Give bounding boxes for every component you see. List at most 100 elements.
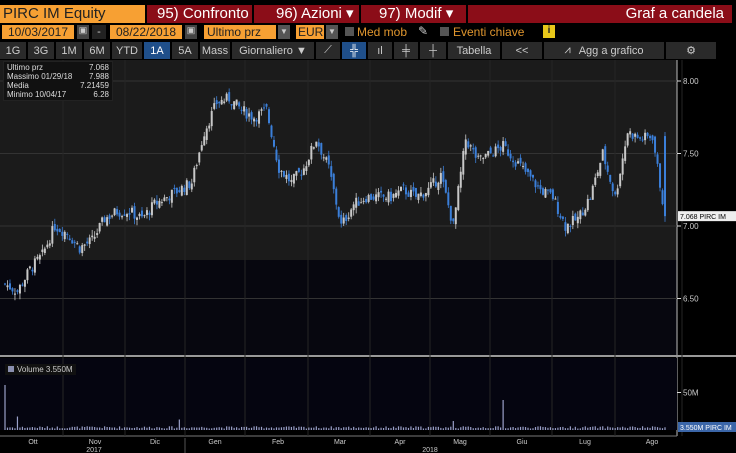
volume-bar [430, 427, 432, 430]
period-6m[interactable]: 6M [84, 42, 110, 59]
chevron-down-icon[interactable]: ▼ [326, 25, 338, 39]
candle-body [514, 162, 517, 167]
calendar-icon[interactable]: ▣ [185, 25, 197, 39]
end-date-input[interactable]: 08/22/2018 [110, 25, 182, 39]
hlc-icon[interactable]: ┼ [420, 42, 446, 59]
start-date-input[interactable]: 10/03/2017 [2, 25, 74, 39]
price-chart[interactable]: 8.00 7.50 7.00 6.50 Ott Nov Dic Gen Feb Mar Apr Mag… [0, 60, 736, 453]
candle-body [330, 166, 333, 177]
volume-bar [524, 427, 527, 430]
volume-bar [514, 428, 517, 430]
volume-bar [250, 427, 253, 430]
pencil-icon[interactable]: ✎ [418, 24, 428, 38]
volume-bar [490, 428, 492, 430]
settings-gear-icon[interactable]: ⚙ [666, 42, 716, 59]
table-button[interactable]: Tabella [448, 42, 500, 59]
candle-body [220, 99, 223, 105]
period-1a[interactable]: 1A [144, 42, 170, 59]
volume-bar [602, 426, 604, 430]
candle-body [13, 293, 16, 295]
candle-body [63, 231, 66, 240]
period-ytd[interactable]: YTD [112, 42, 142, 59]
period-1m[interactable]: 1M [56, 42, 82, 59]
period-3g[interactable]: 3G [28, 42, 54, 59]
candle-body [664, 136, 666, 217]
candle-body [467, 141, 470, 148]
add-to-chart-button[interactable]: ⩘ Agg a grafico [544, 42, 664, 59]
info-icon[interactable]: i [543, 25, 555, 38]
candle-body [66, 233, 69, 235]
month-label: Nov [89, 439, 102, 446]
volume-bar [216, 427, 218, 430]
volume-bar [128, 427, 131, 430]
volume-bar [400, 426, 402, 430]
volume-bar [495, 426, 497, 430]
volume-bar [310, 427, 312, 430]
candle-body [315, 141, 318, 147]
candle-body [499, 147, 502, 151]
candle-body [71, 240, 74, 244]
y-tick-label: 7.50 [683, 150, 699, 159]
period-mass[interactable]: Mass [200, 42, 230, 59]
candle-body [380, 190, 383, 193]
candle-body [614, 191, 617, 195]
bar-chart-icon[interactable]: ıl [368, 42, 392, 59]
volume-bar [382, 427, 385, 430]
candle-body [656, 154, 659, 164]
candle-body [150, 202, 153, 216]
volume-bar [497, 426, 499, 430]
candle-body [524, 163, 527, 172]
volume-bar [253, 426, 255, 430]
candle-body [101, 217, 104, 222]
candle-body [556, 201, 559, 214]
legend-row-high: Massimo 01/29/18 7.988 [7, 72, 109, 81]
period-1g[interactable]: 1G [0, 42, 26, 59]
last-price-label: 7.068 PIRC IM [680, 214, 726, 221]
legend-label: Media [7, 81, 29, 90]
candle-body [370, 194, 373, 200]
candle-body [449, 205, 452, 221]
currency-select[interactable]: EUR [296, 25, 324, 39]
candle-chart-icon[interactable]: ╬ [342, 42, 366, 59]
volume-bar [624, 427, 626, 430]
volume-bar [527, 427, 529, 430]
actions-button[interactable]: 96) Azioni ▾ [254, 5, 359, 23]
candle-body [210, 111, 213, 127]
volume-bar [532, 428, 534, 430]
volume-bar [46, 426, 48, 430]
candle-body [509, 153, 512, 159]
volume-bar [203, 427, 205, 430]
period-5a[interactable]: 5A [172, 42, 198, 59]
calendar-icon[interactable]: ▣ [77, 25, 89, 39]
volume-bar [161, 428, 163, 430]
candle-body [564, 222, 567, 231]
candle-body [606, 165, 609, 172]
field-select[interactable]: Ultimo prz [204, 25, 276, 39]
candle-body [238, 102, 241, 107]
key-events-checkbox[interactable] [440, 27, 449, 36]
volume-bar [577, 428, 579, 430]
compare-button[interactable]: 95) Confronto [147, 5, 252, 23]
volume-bar [181, 427, 183, 430]
candle-body [183, 187, 186, 192]
ohlc-icon[interactable]: ╪ [394, 42, 418, 59]
candle-body [629, 131, 632, 135]
frequency-select[interactable]: Giornaliero ▼ [232, 42, 314, 59]
candle-body [571, 215, 574, 226]
volume-bar [148, 426, 151, 430]
candle-body [639, 137, 642, 139]
chevron-down-icon[interactable]: ▼ [278, 25, 290, 39]
moving-avg-checkbox[interactable] [345, 27, 354, 36]
volume-bar [639, 427, 641, 430]
candle-body [559, 215, 562, 218]
volume-bar [333, 428, 335, 430]
collapse-button[interactable]: << [502, 42, 542, 59]
candle-body [352, 204, 355, 211]
ticker-field[interactable]: PIRC IM Equity [0, 5, 145, 23]
candle-body [474, 147, 477, 158]
legend-row-last: Ultimo prz 7.068 [7, 63, 109, 72]
volume-legend-label: Volume 3.550M [17, 365, 73, 374]
line-chart-icon[interactable]: ⟋ [316, 42, 340, 59]
modify-button[interactable]: 97) Modif ▾ [361, 5, 466, 23]
candle-body [414, 187, 417, 197]
